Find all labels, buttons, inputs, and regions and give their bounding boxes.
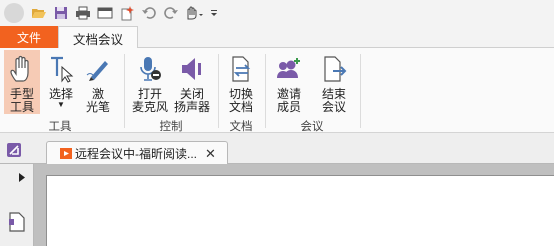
window-icon[interactable]: [95, 3, 115, 23]
ribbon-tabs: 文件 文档会议: [0, 26, 554, 49]
print-icon[interactable]: [73, 3, 93, 23]
select-button[interactable]: 选择 ▼: [44, 50, 78, 114]
speaker-icon: [177, 54, 207, 84]
invite-members-button[interactable]: 邀请 成员: [270, 50, 308, 114]
close-tab-icon[interactable]: ✕: [205, 146, 216, 162]
document-tab[interactable]: 远程会议中-福昕阅读... ✕: [46, 141, 228, 165]
select-text-icon: [46, 54, 76, 84]
end-meeting-label-2: 会议: [321, 100, 346, 114]
open-icon[interactable]: [29, 3, 49, 23]
close-speaker-label-2: 扬声器: [173, 100, 210, 114]
quick-access-toolbar: [0, 0, 554, 26]
group-separator: [265, 54, 266, 128]
tab-file[interactable]: 文件: [0, 26, 58, 48]
left-navigation-panel: [0, 164, 34, 246]
document-page[interactable]: [46, 175, 554, 246]
open-microphone-button[interactable]: 打开 麦克风: [130, 50, 170, 114]
hand-icon: [7, 54, 37, 84]
invite-members-icon: [274, 54, 304, 84]
group-label-control: 控制: [159, 121, 183, 133]
group-separator: [360, 54, 361, 128]
end-meeting-icon: [319, 54, 349, 84]
new-document-icon[interactable]: [117, 3, 137, 23]
open-microphone-label-2: 麦克风: [131, 100, 168, 114]
laser-pen-icon: [83, 54, 113, 84]
hand-tool-label-2: 工具: [9, 100, 34, 114]
invite-members-label-2: 成员: [276, 100, 301, 114]
group-label-tools: 工具: [48, 121, 72, 133]
group-separator: [124, 54, 125, 128]
meeting-document-icon: [60, 148, 72, 159]
close-speaker-button[interactable]: 关闭 扬声器: [172, 50, 212, 114]
app-logo-icon[interactable]: [4, 3, 24, 23]
save-icon[interactable]: [51, 3, 71, 23]
customize-toolbar-icon[interactable]: [209, 3, 219, 23]
microphone-icon: [135, 54, 165, 84]
switch-document-label-2: 文档: [228, 100, 253, 114]
document-tab-title: 远程会议中-福昕阅读...: [75, 147, 197, 161]
foxit-sidebar-icon[interactable]: [7, 143, 21, 157]
select-dropdown-icon[interactable]: ▼: [57, 101, 65, 109]
ribbon: 手型 工具 选择 ▼ 激 光笔 工具 打开 麦克风 关闭 扬声器 控制 切换 文…: [0, 48, 554, 133]
switch-document-button[interactable]: 切换 文档: [222, 50, 260, 114]
page-thumbnail-icon[interactable]: [9, 212, 25, 235]
tab-document-meeting[interactable]: 文档会议: [58, 26, 138, 49]
laser-pen-label-2: 光笔: [85, 100, 110, 114]
group-label-meeting: 会议: [300, 121, 324, 133]
end-meeting-button[interactable]: 结束 会议: [314, 50, 354, 114]
expand-panel-icon[interactable]: [18, 171, 26, 185]
hand-dropdown-icon[interactable]: [183, 3, 207, 23]
group-label-document: 文档: [229, 121, 253, 133]
group-separator: [218, 54, 219, 128]
hand-tool-button[interactable]: 手型 工具: [4, 50, 40, 114]
laser-pen-button[interactable]: 激 光笔: [82, 50, 114, 114]
redo-icon[interactable]: [161, 3, 181, 23]
undo-icon[interactable]: [139, 3, 159, 23]
switch-document-icon: [226, 54, 256, 84]
